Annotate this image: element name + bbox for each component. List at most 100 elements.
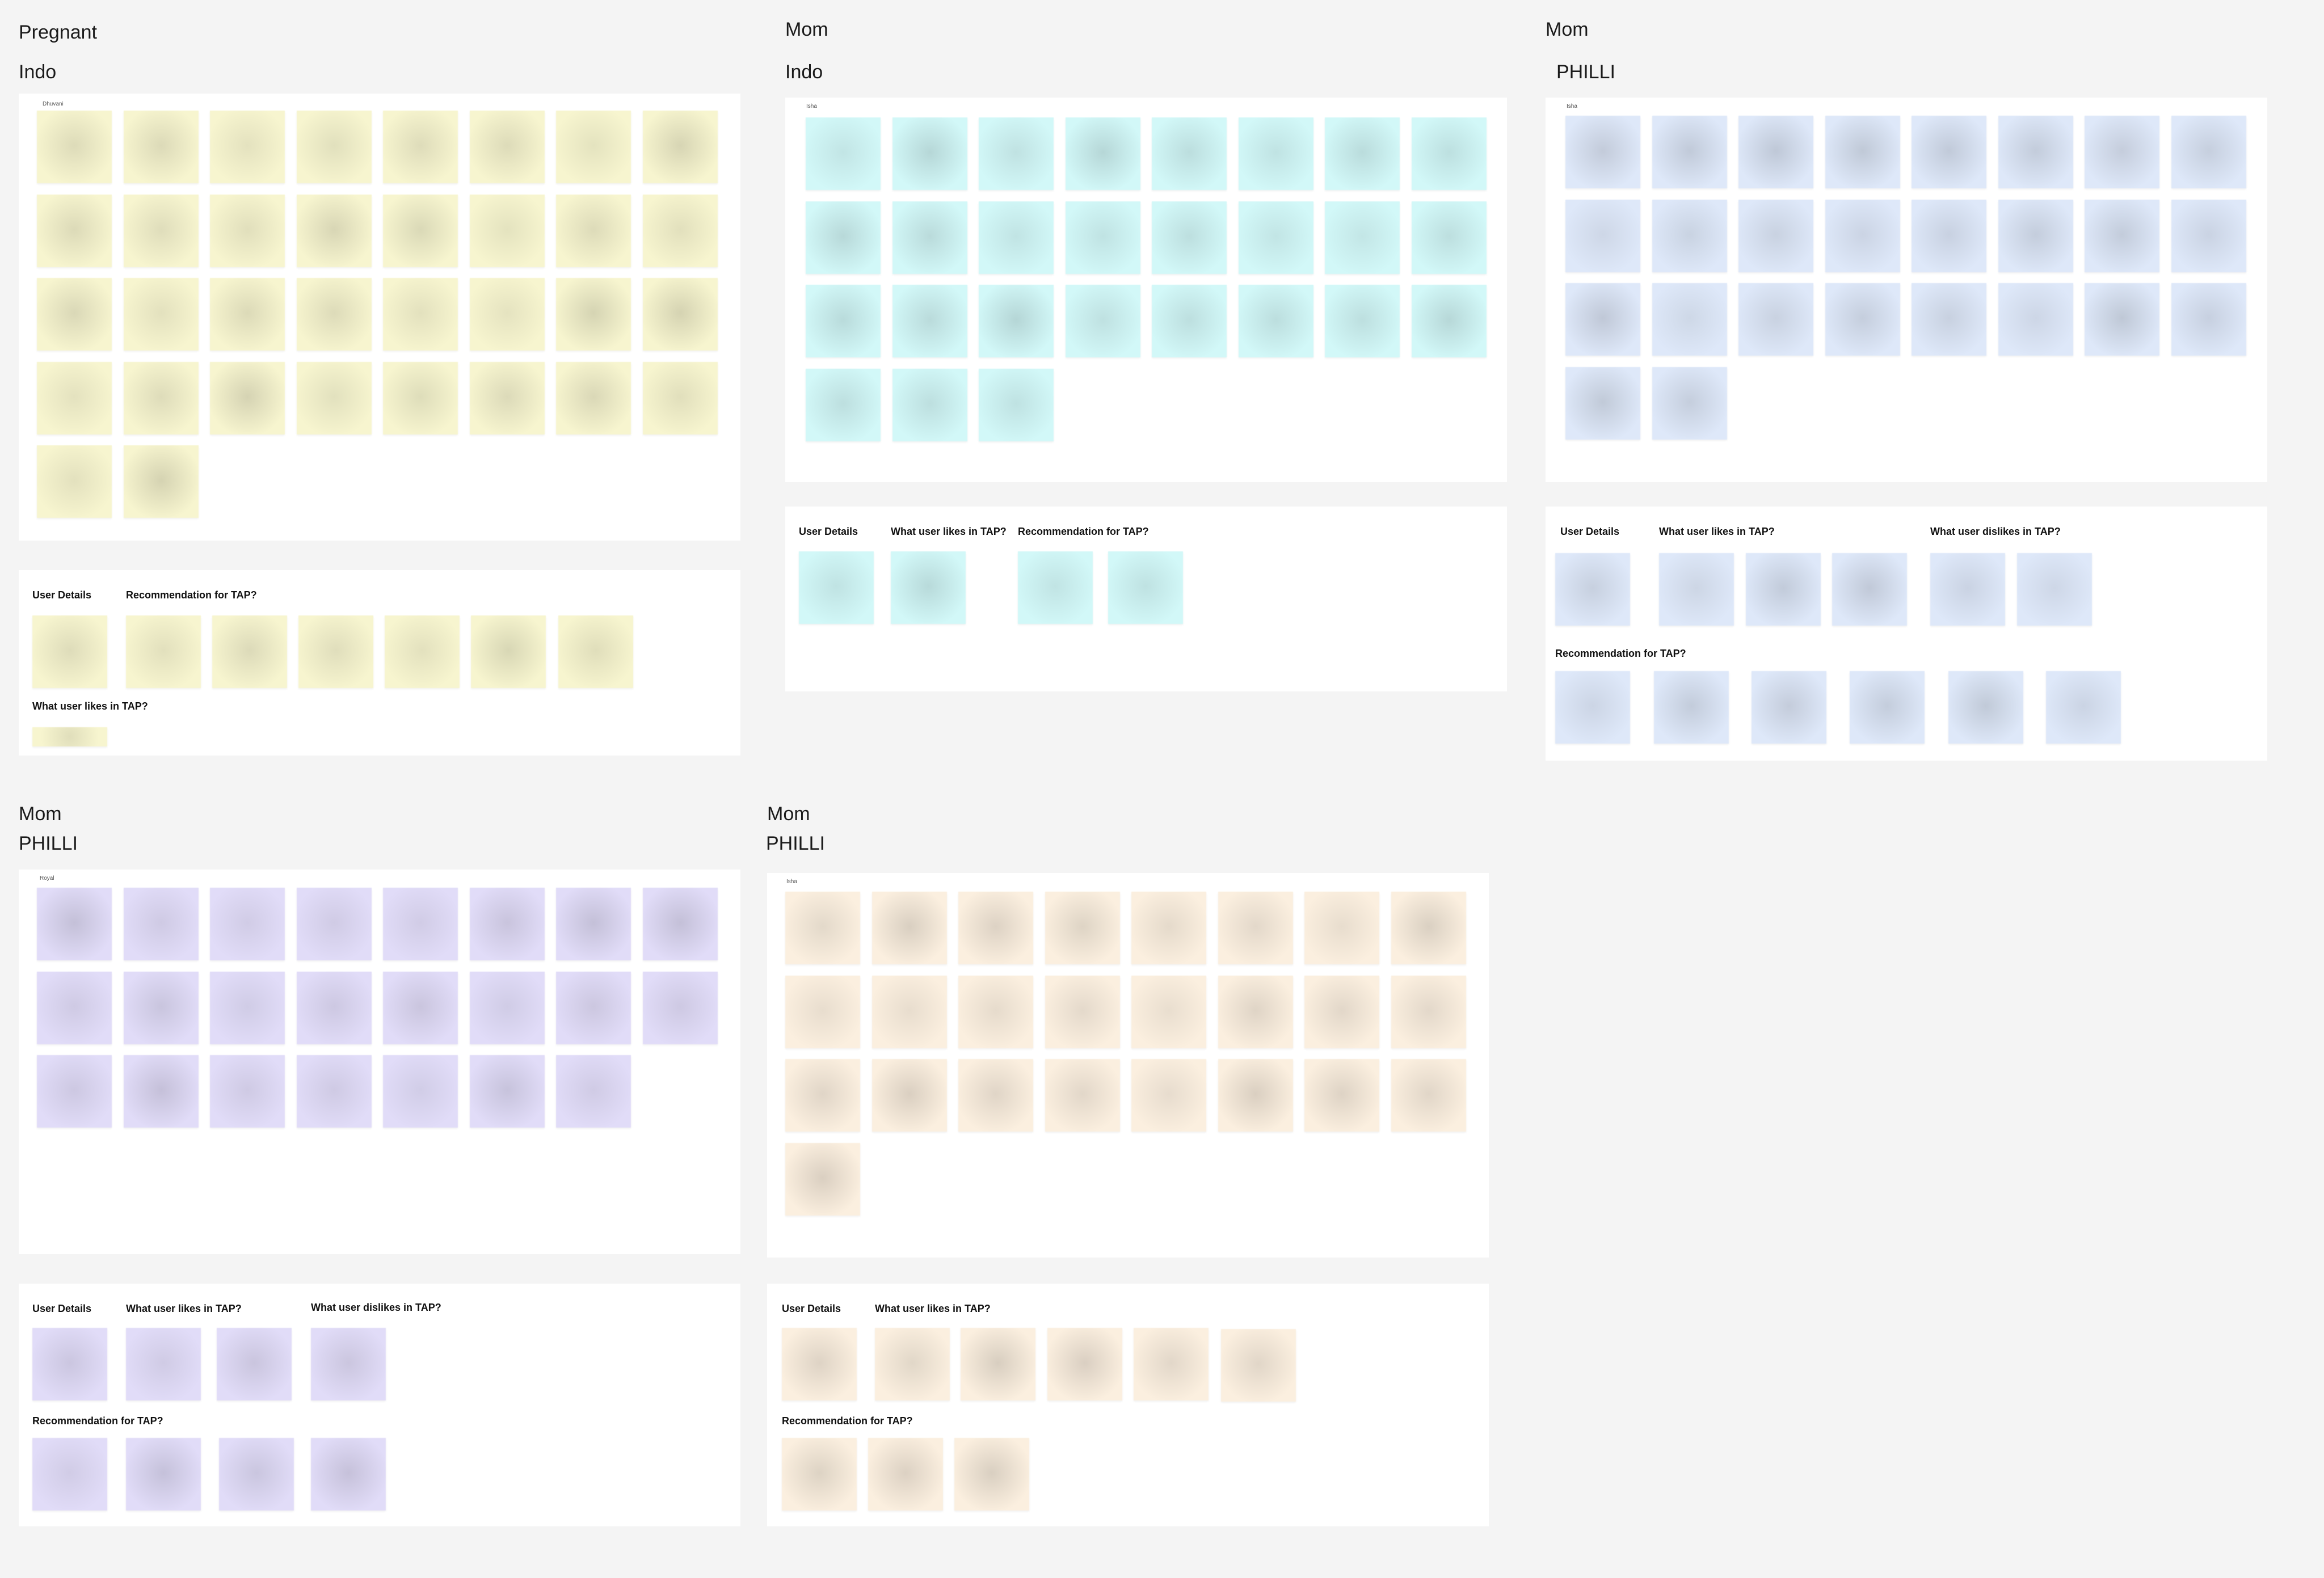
sticky-note-recommendation[interactable] (1654, 671, 1729, 744)
sticky-note[interactable] (37, 972, 112, 1044)
sticky-note[interactable] (210, 195, 285, 267)
sticky-note[interactable] (383, 111, 458, 183)
sticky-note-dislikes[interactable] (1930, 553, 2005, 626)
sticky-note-recommendation[interactable] (1850, 671, 1925, 744)
sticky-note[interactable] (470, 195, 545, 267)
sticky-note[interactable] (1239, 201, 1313, 274)
sticky-note[interactable] (643, 111, 718, 183)
sticky-note[interactable] (470, 362, 545, 434)
sticky-note[interactable] (1912, 283, 1986, 356)
sticky-note[interactable] (1565, 283, 1640, 356)
sticky-note[interactable] (210, 972, 285, 1044)
sticky-note[interactable] (1412, 117, 1487, 190)
sticky-note[interactable] (1652, 200, 1727, 272)
sticky-note[interactable] (124, 278, 199, 351)
sticky-note[interactable] (806, 117, 881, 190)
sticky-note[interactable] (1738, 283, 1813, 356)
sticky-note[interactable] (1325, 285, 1400, 357)
sticky-note[interactable] (124, 445, 199, 518)
sticky-note-likes[interactable] (961, 1328, 1035, 1400)
sticky-note[interactable] (643, 888, 718, 960)
sticky-note[interactable] (643, 195, 718, 267)
sticky-note[interactable] (297, 1055, 372, 1128)
sticky-note[interactable] (2085, 200, 2159, 272)
sticky-note-user-details[interactable] (1555, 553, 1630, 626)
sticky-note[interactable] (37, 362, 112, 434)
sticky-note[interactable] (806, 369, 881, 441)
sticky-note[interactable] (979, 201, 1054, 274)
sticky-note[interactable] (1304, 976, 1379, 1048)
sticky-note[interactable] (1412, 201, 1487, 274)
sticky-note[interactable] (1565, 367, 1640, 440)
sticky-note[interactable] (979, 285, 1054, 357)
sticky-note[interactable] (1152, 117, 1227, 190)
sticky-note[interactable] (785, 1143, 860, 1216)
sticky-note-recommendation[interactable] (868, 1438, 943, 1511)
sticky-note[interactable] (556, 111, 631, 183)
sticky-note[interactable] (1912, 116, 1986, 188)
sticky-note[interactable] (1825, 200, 1900, 272)
sticky-note[interactable] (872, 976, 947, 1048)
sticky-note[interactable] (1066, 285, 1140, 357)
sticky-note[interactable] (383, 362, 458, 434)
sticky-note[interactable] (1412, 285, 1487, 357)
sticky-note[interactable] (1066, 201, 1140, 274)
sticky-note-user-details[interactable] (799, 551, 874, 624)
sticky-note[interactable] (210, 888, 285, 960)
sticky-note[interactable] (124, 1055, 199, 1128)
sticky-note-likes[interactable] (217, 1328, 292, 1400)
sticky-note-recommendation[interactable] (385, 615, 460, 688)
sticky-note[interactable] (1218, 976, 1293, 1048)
sticky-note[interactable] (872, 1059, 947, 1132)
sticky-note[interactable] (1652, 283, 1727, 356)
sticky-note[interactable] (37, 111, 112, 183)
sticky-note-recommendation[interactable] (954, 1438, 1029, 1511)
sticky-note[interactable] (37, 1055, 112, 1128)
sticky-note-recommendation[interactable] (126, 1438, 201, 1511)
sticky-note-likes[interactable] (1659, 553, 1734, 626)
sticky-note[interactable] (1325, 117, 1400, 190)
sticky-note[interactable] (2171, 283, 2246, 356)
sticky-note-recommendation[interactable] (2046, 671, 2121, 744)
sticky-note[interactable] (1066, 117, 1140, 190)
sticky-note[interactable] (297, 362, 372, 434)
sticky-note[interactable] (556, 888, 631, 960)
sticky-note[interactable] (1652, 367, 1727, 440)
sticky-note-recommendation[interactable] (471, 615, 546, 688)
sticky-note-recommendation[interactable] (311, 1438, 386, 1511)
sticky-note-likes[interactable] (875, 1328, 950, 1400)
sticky-note-likes[interactable] (32, 727, 107, 746)
sticky-note[interactable] (1152, 285, 1227, 357)
sticky-note[interactable] (785, 976, 860, 1048)
sticky-note[interactable] (1738, 200, 1813, 272)
sticky-note[interactable] (37, 445, 112, 518)
sticky-note[interactable] (1565, 200, 1640, 272)
sticky-note[interactable] (1304, 892, 1379, 964)
sticky-note[interactable] (470, 972, 545, 1044)
sticky-note[interactable] (1565, 116, 1640, 188)
sticky-note[interactable] (892, 285, 967, 357)
sticky-note[interactable] (892, 369, 967, 441)
sticky-note[interactable] (297, 278, 372, 351)
sticky-note[interactable] (1391, 892, 1466, 964)
sticky-note[interactable] (1152, 201, 1227, 274)
sticky-note[interactable] (1239, 285, 1313, 357)
sticky-note[interactable] (556, 195, 631, 267)
sticky-note[interactable] (1391, 1059, 1466, 1132)
sticky-note-recommendation[interactable] (212, 615, 287, 688)
sticky-note-recommendation[interactable] (782, 1438, 857, 1511)
sticky-note[interactable] (643, 362, 718, 434)
sticky-note[interactable] (806, 285, 881, 357)
sticky-note-recommendation[interactable] (126, 615, 201, 688)
sticky-note-likes[interactable] (1746, 553, 1821, 626)
sticky-note[interactable] (297, 195, 372, 267)
sticky-note-recommendation[interactable] (1948, 671, 2023, 744)
sticky-note[interactable] (1304, 1059, 1379, 1132)
sticky-note[interactable] (383, 1055, 458, 1128)
sticky-note[interactable] (1912, 200, 1986, 272)
sticky-note[interactable] (297, 888, 372, 960)
sticky-note-recommendation[interactable] (1108, 551, 1183, 624)
sticky-note[interactable] (958, 1059, 1033, 1132)
sticky-note[interactable] (2085, 116, 2159, 188)
sticky-note[interactable] (124, 362, 199, 434)
